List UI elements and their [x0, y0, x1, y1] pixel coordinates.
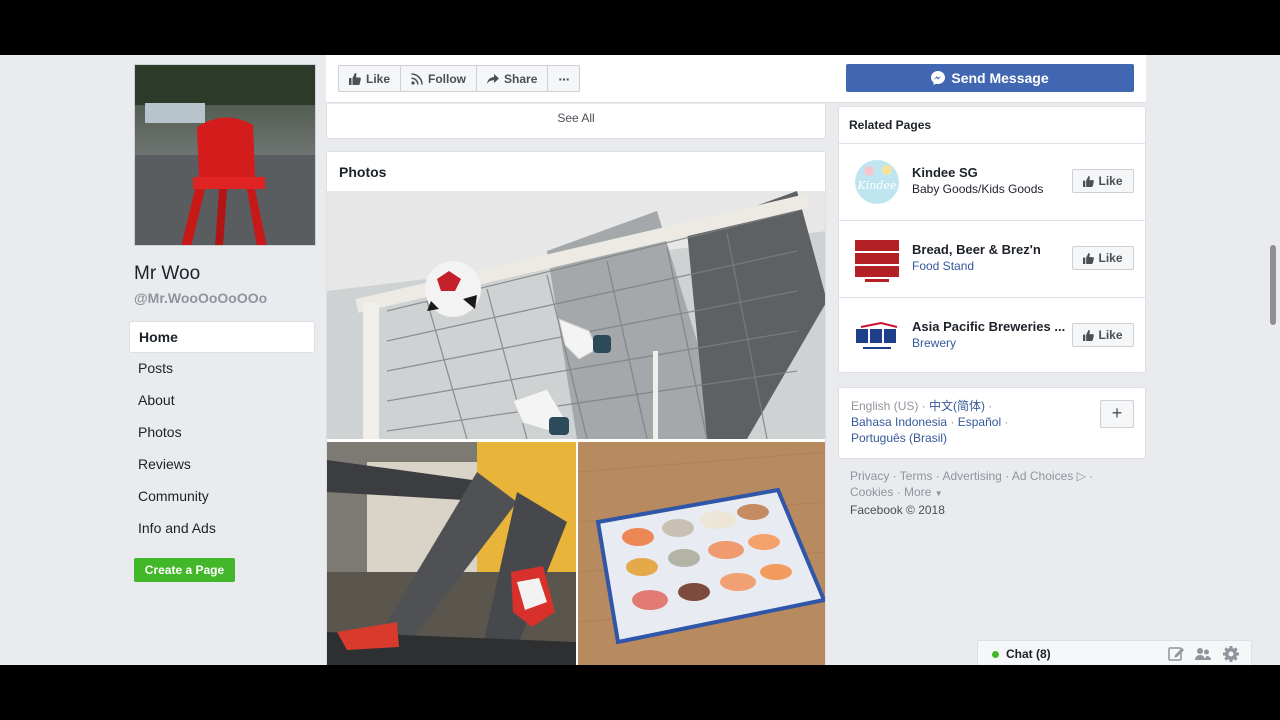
related-page-category: Baby Goods/Kids Goods — [912, 182, 1044, 196]
related-page-like-button[interactable]: Like — [1072, 323, 1134, 347]
thumbs-up-icon — [1083, 175, 1095, 187]
nav-item-community[interactable]: Community — [129, 481, 315, 513]
related-page-item: Asia Pacific Breweries ... Brewery Like — [839, 298, 1145, 375]
share-button-label: Share — [504, 71, 538, 86]
photos-card: Photos — [326, 151, 826, 665]
related-page-name[interactable]: Asia Pacific Breweries ... — [912, 319, 1072, 334]
page-nav: Home Posts About Photos Reviews Communit… — [129, 321, 315, 545]
action-button-group: Like Follow Share ··· — [338, 65, 581, 92]
footer-links: Privacy · Terms · Advertising · Ad Choic… — [850, 469, 1094, 517]
video-letterbox-top — [0, 0, 1280, 55]
nav-item-about[interactable]: About — [129, 385, 315, 417]
rss-follow-icon — [411, 72, 423, 85]
more-dots-icon: ··· — [558, 70, 570, 87]
related-page-category[interactable]: Food Stand — [912, 259, 974, 273]
photo-sashimi-platter[interactable] — [578, 442, 825, 665]
related-page-name[interactable]: Kindee SG — [912, 165, 1072, 180]
nav-item-posts[interactable]: Posts — [129, 353, 315, 385]
like-label: Like — [1098, 174, 1123, 188]
compose-icon[interactable] — [1167, 645, 1185, 663]
send-message-button[interactable]: Send Message — [846, 64, 1134, 92]
footer-link-privacy[interactable]: Privacy — [850, 469, 889, 483]
bread-beer-brezn-logo[interactable] — [851, 234, 903, 284]
related-page-like-button[interactable]: Like — [1072, 246, 1134, 270]
apb-logo[interactable] — [851, 311, 903, 361]
nav-item-home[interactable]: Home — [129, 321, 315, 353]
related-page-category[interactable]: Brewery — [912, 336, 956, 350]
gear-icon[interactable] — [1222, 645, 1240, 663]
nav-item-info-and-ads[interactable]: Info and Ads — [129, 513, 315, 545]
related-page-item: Kindee Kindee SG Baby Goods/Kids Goods L… — [839, 144, 1145, 221]
language-option[interactable]: 中文(简体) — [929, 399, 985, 413]
photo-treadmill[interactable] — [327, 442, 576, 665]
footer-link-more[interactable]: More — [904, 485, 931, 499]
online-status-icon — [992, 651, 999, 658]
related-pages-card: Related Pages Kindee Kindee SG Baby Good… — [838, 106, 1146, 373]
related-page-item: Bread, Beer & Brez'n Food Stand Like — [839, 221, 1145, 298]
footer-link-cookies[interactable]: Cookies — [850, 485, 893, 499]
nav-item-photos[interactable]: Photos — [129, 417, 315, 449]
footer-link-terms[interactable]: Terms — [900, 469, 933, 483]
see-all-link[interactable]: See All — [557, 111, 594, 125]
language-selector-card: English (US) · 中文(简体) · Bahasa Indonesia… — [838, 387, 1146, 459]
chat-sidebar-toggle[interactable]: Chat (8) — [977, 640, 1252, 665]
photo-goalkeeper[interactable] — [327, 191, 825, 439]
facebook-page: Mr Woo @Mr.WooOoOoOOo Home Posts About P… — [0, 55, 1280, 665]
language-option[interactable]: Português (Brasil) — [851, 431, 947, 445]
share-arrow-icon — [487, 73, 500, 84]
share-button[interactable]: Share — [476, 65, 549, 92]
more-languages-button[interactable]: + — [1100, 400, 1134, 428]
messenger-icon — [931, 71, 946, 85]
copyright: Facebook © 2018 — [850, 503, 945, 517]
related-page-like-button[interactable]: Like — [1072, 169, 1134, 193]
language-option[interactable]: Bahasa Indonesia — [851, 415, 947, 429]
like-label: Like — [1098, 251, 1123, 265]
thumbs-up-icon — [349, 72, 361, 85]
page-action-bar: Like Follow Share ··· Send Message — [326, 55, 1146, 103]
like-button-label: Like — [366, 71, 391, 86]
follow-button[interactable]: Follow — [400, 65, 478, 92]
svg-text:Kindee: Kindee — [857, 179, 897, 192]
see-all-card: See All — [326, 104, 826, 139]
photos-title[interactable]: Photos — [327, 152, 825, 191]
language-option[interactable]: Español — [958, 415, 1001, 429]
kindee-logo[interactable]: Kindee — [851, 157, 903, 207]
group-chat-icon[interactable] — [1194, 645, 1212, 663]
send-message-label: Send Message — [951, 70, 1049, 86]
caret-down-icon: ▼ — [934, 489, 943, 498]
more-options-button[interactable]: ··· — [547, 65, 581, 92]
chat-label: Chat (8) — [1006, 647, 1051, 661]
footer-link-advertising[interactable]: Advertising — [942, 469, 1001, 483]
nav-item-reviews[interactable]: Reviews — [129, 449, 315, 481]
current-language: English (US) — [851, 399, 919, 413]
ad-choices-icon: ▷ — [1076, 469, 1086, 483]
footer-link-ad-choices[interactable]: Ad Choices — [1012, 469, 1073, 483]
video-letterbox-bottom — [0, 665, 1280, 720]
page-name[interactable]: Mr Woo — [134, 263, 200, 285]
like-button[interactable]: Like — [338, 65, 402, 92]
page-scrollbar[interactable] — [1270, 245, 1276, 325]
profile-picture[interactable] — [134, 64, 316, 246]
related-page-name[interactable]: Bread, Beer & Brez'n — [912, 242, 1072, 257]
like-label: Like — [1098, 328, 1123, 342]
thumbs-up-icon — [1083, 329, 1095, 341]
follow-button-label: Follow — [428, 71, 467, 86]
create-page-button[interactable]: Create a Page — [134, 558, 235, 582]
related-pages-title: Related Pages — [839, 107, 1145, 144]
page-handle[interactable]: @Mr.WooOoOoOOo — [134, 290, 267, 306]
thumbs-up-icon — [1083, 252, 1095, 264]
